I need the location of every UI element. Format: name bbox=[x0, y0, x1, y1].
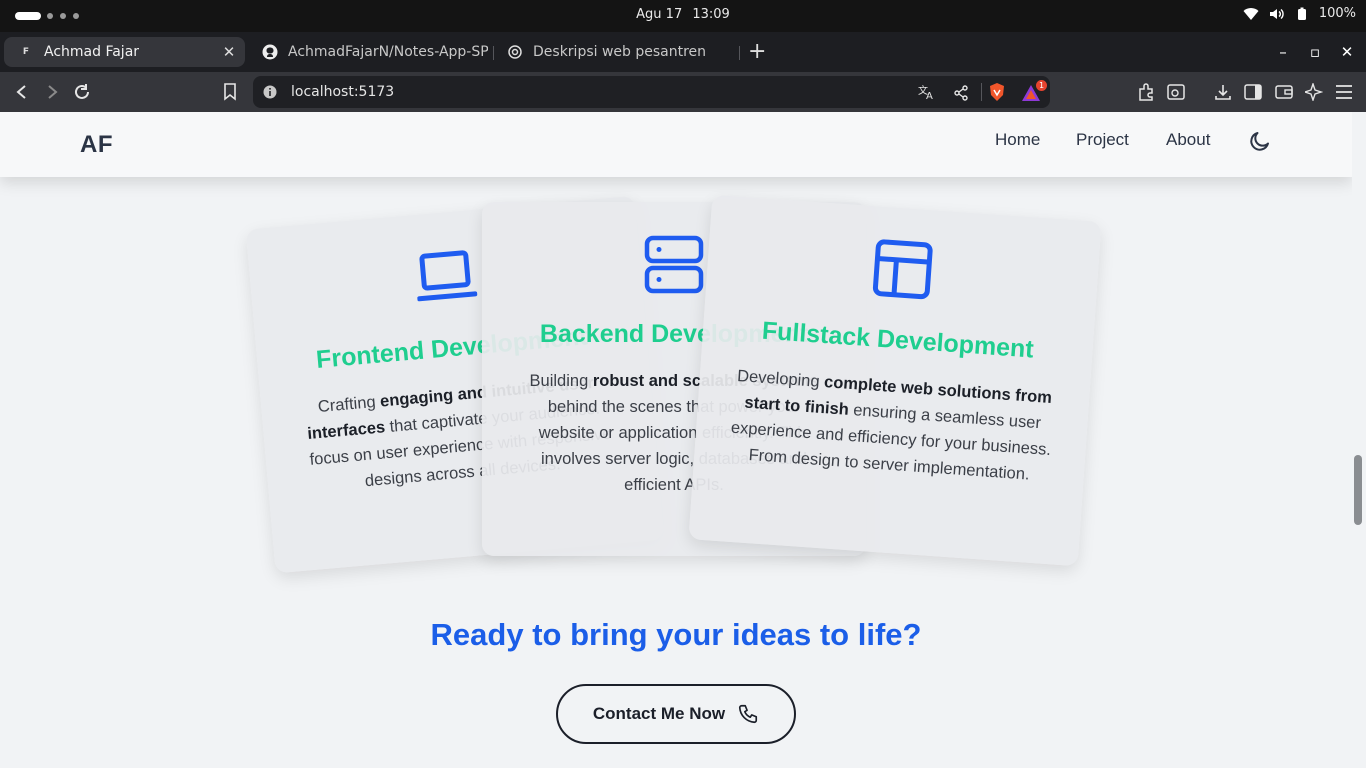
browser-toolbar: localhost:5173 文A bbox=[0, 72, 1366, 112]
new-tab-button[interactable]: + bbox=[748, 41, 766, 63]
close-tab-icon[interactable]: ✕ bbox=[221, 44, 237, 60]
tab-github[interactable]: AchmadFajarN/Notes-App-SP bbox=[248, 37, 488, 67]
battery-level: 100% bbox=[1318, 6, 1356, 21]
nav-about-link[interactable]: About bbox=[1166, 130, 1210, 150]
contact-me-button[interactable]: Contact Me Now bbox=[556, 684, 796, 744]
translate-icon[interactable]: 文A bbox=[918, 84, 936, 100]
moon-icon[interactable] bbox=[1248, 129, 1272, 153]
close-window-button[interactable]: ✕ bbox=[1337, 42, 1357, 62]
url-text: localhost:5173 bbox=[291, 84, 395, 100]
tab-strip: F Achmad Fajar ✕ AchmadFajarN/Notes-App-… bbox=[0, 32, 1366, 72]
tab-title: AchmadFajarN/Notes-App-SP bbox=[288, 44, 488, 60]
share-icon[interactable] bbox=[953, 85, 969, 101]
nav-project-link[interactable]: Project bbox=[1076, 130, 1129, 150]
layout-icon bbox=[706, 227, 1099, 312]
extensions-icon[interactable] bbox=[1136, 82, 1156, 102]
system-tray[interactable]: 100% bbox=[1243, 6, 1356, 21]
reload-button[interactable] bbox=[72, 82, 92, 102]
nav-home-link[interactable]: Home bbox=[995, 130, 1040, 150]
phone-icon bbox=[739, 704, 758, 724]
download-icon[interactable] bbox=[1213, 82, 1233, 102]
wifi-icon bbox=[1243, 7, 1259, 20]
leo-ai-icon[interactable] bbox=[1304, 82, 1324, 102]
github-icon bbox=[262, 44, 278, 60]
site-info-icon[interactable] bbox=[263, 85, 277, 99]
os-top-bar: Agu 17 13:09 100% bbox=[0, 0, 1366, 32]
back-button[interactable] bbox=[12, 82, 32, 102]
reader-mode-icon[interactable] bbox=[1166, 82, 1186, 102]
chatgpt-icon bbox=[507, 44, 523, 60]
battery-icon bbox=[1297, 7, 1306, 20]
tab-achmad-fajar[interactable]: F Achmad Fajar ✕ bbox=[4, 37, 245, 67]
svg-text:A: A bbox=[926, 91, 933, 100]
volume-icon bbox=[1269, 8, 1284, 19]
tab-title: Deskripsi web pesantren bbox=[533, 44, 707, 60]
clock-date: Agu 17 bbox=[636, 7, 683, 22]
contact-button-label: Contact Me Now bbox=[592, 704, 726, 723]
tab-title: Achmad Fajar bbox=[44, 44, 140, 60]
scrollbar-thumb[interactable] bbox=[1354, 455, 1362, 525]
tab-chatgpt[interactable]: Deskripsi web pesantren bbox=[493, 37, 733, 67]
card-description: Developing complete web solutions from s… bbox=[730, 367, 1053, 484]
bookmark-icon[interactable] bbox=[220, 82, 240, 102]
site-logo[interactable]: AF bbox=[80, 131, 113, 159]
clock-time: 13:09 bbox=[692, 7, 730, 22]
brave-shields-icon[interactable] bbox=[988, 82, 1006, 102]
cta-heading: Ready to bring your ideas to life? bbox=[430, 617, 922, 652]
maximize-button[interactable]: ▫ bbox=[1305, 42, 1325, 62]
address-bar[interactable]: localhost:5173 文A bbox=[253, 76, 1050, 108]
card-title: Fullstack Development bbox=[761, 316, 1035, 364]
site-navbar: AF Home Project About bbox=[0, 112, 1352, 177]
rewards-badge: 1 bbox=[1036, 80, 1047, 91]
sidebar-icon[interactable] bbox=[1243, 82, 1263, 102]
clock[interactable]: Agu 17 13:09 bbox=[0, 7, 1366, 22]
service-card-fullstack: Fullstack Development Developing complet… bbox=[688, 194, 1102, 567]
wallet-icon[interactable] bbox=[1274, 82, 1294, 102]
forward-button[interactable] bbox=[42, 82, 62, 102]
menu-icon[interactable] bbox=[1334, 82, 1354, 102]
minimize-button[interactable]: – bbox=[1273, 42, 1293, 62]
site-favicon-icon: F bbox=[22, 47, 30, 57]
web-page: AF Home Project About Frontend Developme… bbox=[0, 112, 1352, 768]
page-scrollbar[interactable] bbox=[1352, 112, 1366, 768]
